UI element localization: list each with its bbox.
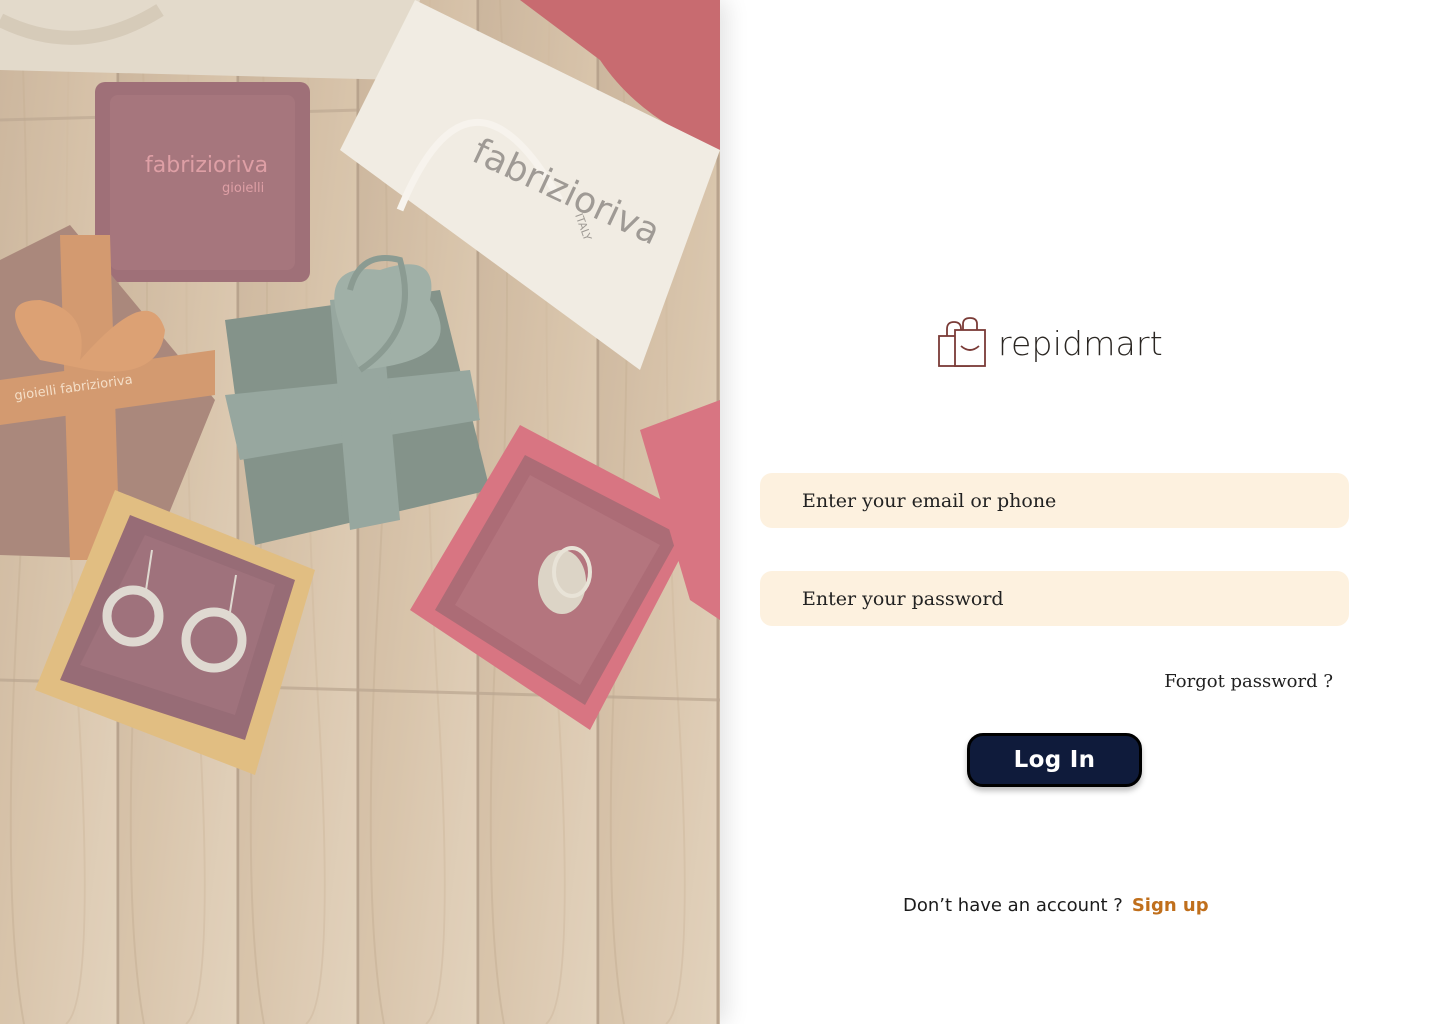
brand-logo: repidmart xyxy=(936,316,1163,370)
signup-prompt: Don’t have an account ? Sign up xyxy=(903,895,1209,916)
hero-image: fabrizioriva ITALY fabrizioriva gioielli… xyxy=(0,0,720,1024)
shopping-bag-icon xyxy=(938,317,986,367)
signup-link[interactable]: Sign up xyxy=(1132,895,1209,916)
forgot-password-link[interactable]: Forgot password ? xyxy=(1164,671,1333,692)
hero-photo: fabrizioriva ITALY fabrizioriva gioielli… xyxy=(0,0,720,1024)
login-button[interactable]: Log In xyxy=(967,733,1142,787)
brand-name: repidmart xyxy=(998,323,1163,363)
no-account-text: Don’t have an account ? xyxy=(903,895,1123,916)
password-input[interactable] xyxy=(760,571,1349,626)
login-panel: repidmart Forgot password ? Log In Don’t… xyxy=(720,0,1440,1024)
email-input[interactable] xyxy=(760,473,1349,528)
